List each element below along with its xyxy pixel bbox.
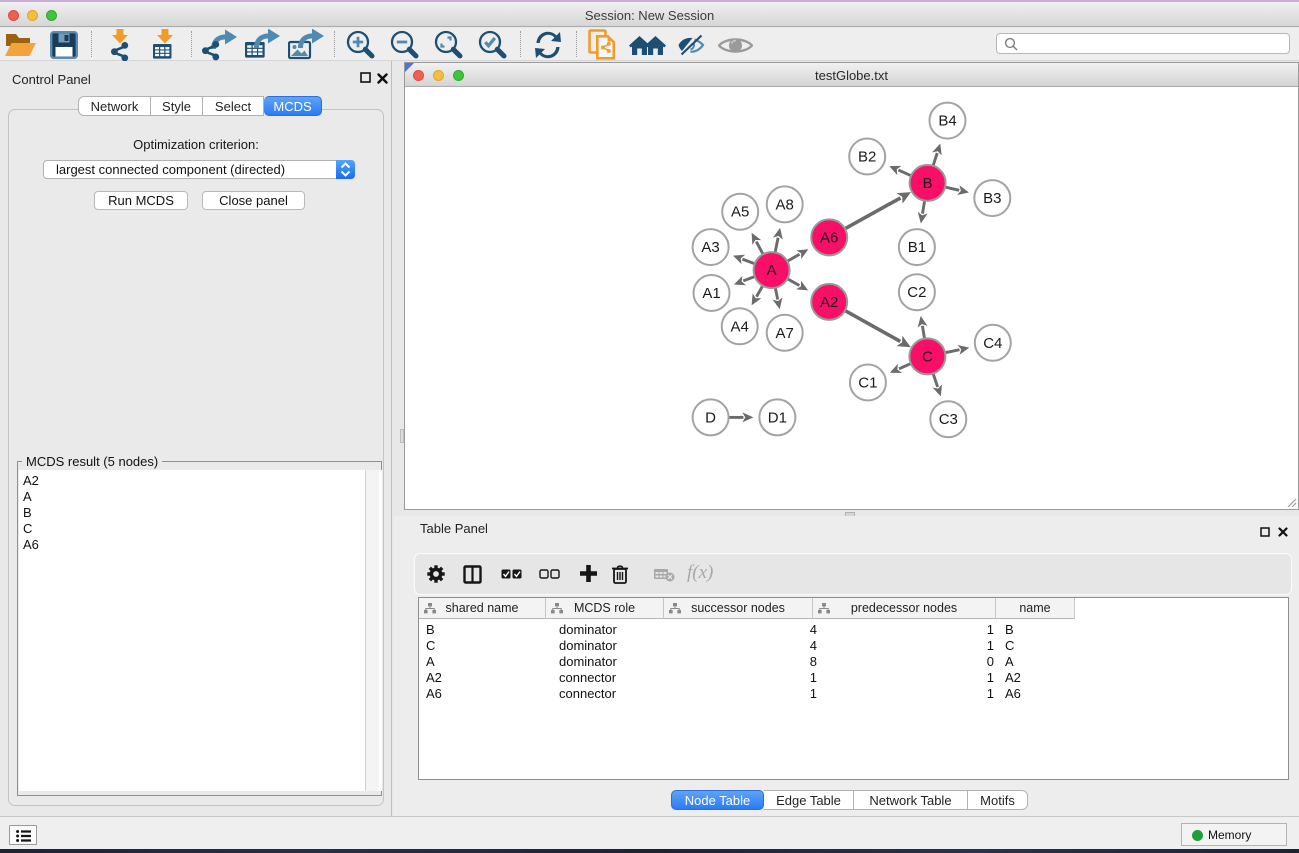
svg-text:A1: A1 — [702, 285, 720, 302]
svg-text:B: B — [923, 175, 933, 192]
svg-text:A7: A7 — [776, 325, 794, 342]
svg-text:A6: A6 — [820, 229, 838, 246]
svg-text:D: D — [705, 409, 716, 426]
svg-text:A2: A2 — [820, 294, 838, 311]
svg-text:A5: A5 — [731, 204, 749, 221]
svg-text:A3: A3 — [701, 239, 719, 256]
svg-text:A4: A4 — [731, 318, 749, 335]
svg-text:C4: C4 — [983, 335, 1002, 352]
svg-text:B1: B1 — [908, 239, 926, 256]
svg-text:C2: C2 — [907, 284, 926, 301]
svg-text:D1: D1 — [768, 409, 787, 426]
svg-text:B3: B3 — [983, 190, 1001, 207]
svg-text:B4: B4 — [938, 113, 956, 130]
svg-text:A: A — [767, 262, 777, 279]
svg-text:C: C — [922, 348, 933, 365]
svg-text:C1: C1 — [858, 375, 877, 392]
svg-text:B2: B2 — [858, 149, 876, 166]
svg-text:A8: A8 — [776, 196, 794, 213]
svg-text:C3: C3 — [939, 411, 958, 428]
